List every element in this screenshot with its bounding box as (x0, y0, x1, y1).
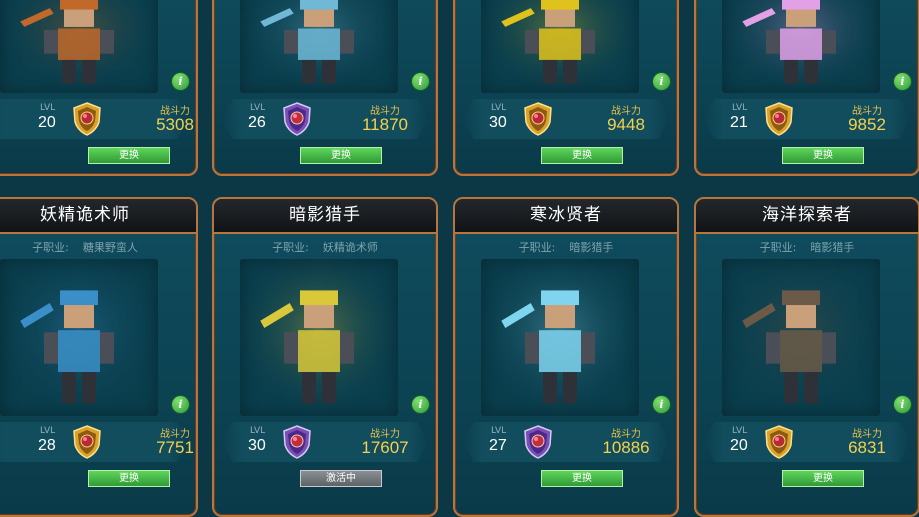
power-value: 9448 (607, 115, 645, 134)
level-label: LVL (250, 426, 266, 436)
subclass-value: 糖果野蛮人 (82, 241, 138, 254)
level-label: LVL (40, 103, 56, 113)
level-label: LVL (732, 426, 748, 436)
hero-card[interactable]: 暗影猎手 子职业: 妖精诡术师 i LVL 30 战斗力 17607 激活中 (212, 197, 438, 517)
subclass-label: 子职业: (759, 241, 797, 254)
level-value: 30 (489, 114, 507, 131)
info-icon[interactable]: i (894, 396, 911, 413)
info-icon[interactable]: i (894, 73, 911, 90)
hero-card[interactable]: 妖精诡术师 子职业: 糖果野蛮人 i LVL 28 战斗力 7751 更换 (0, 197, 198, 517)
swap-button[interactable]: 更换 (782, 147, 864, 164)
power-value: 17607 (361, 438, 409, 457)
power-value: 6831 (848, 438, 886, 457)
swap-button[interactable]: 更换 (541, 470, 623, 487)
subclass-row: 子职业: 暗影猎手 (696, 239, 918, 255)
info-icon[interactable]: i (412, 73, 429, 90)
swap-button[interactable]: 更换 (782, 470, 864, 487)
hero-portrait (722, 0, 880, 93)
level-label: LVL (250, 103, 266, 113)
hero-portrait (0, 0, 158, 93)
hero-name: 暗影猎手 (214, 199, 436, 234)
subclass-label: 子职业: (518, 241, 556, 254)
subclass-row: 子职业: 糖果野蛮人 (0, 239, 196, 255)
rank-crest-icon (72, 102, 102, 136)
hero-portrait (481, 0, 639, 93)
hero-card[interactable]: 海洋探索者 子职业: 暗影猎手 i LVL 20 战斗力 6831 更换 (694, 197, 919, 517)
info-icon[interactable]: i (172, 396, 189, 413)
level-value: 20 (38, 114, 56, 131)
hero-card[interactable]: i LVL 21 战斗力 9852 更换 (694, 0, 919, 176)
hero-card[interactable]: i LVL 26 战斗力 11870 更换 (212, 0, 438, 176)
power-value: 7751 (156, 438, 194, 457)
rank-crest-icon (764, 425, 794, 459)
hero-name: 妖精诡术师 (0, 199, 196, 234)
level-value: 30 (248, 437, 266, 454)
subclass-value: 妖精诡术师 (322, 241, 378, 254)
power-value: 9852 (848, 115, 886, 134)
level-label: LVL (40, 426, 56, 436)
subclass-value: 暗影猎手 (569, 241, 614, 254)
level-value: 28 (38, 437, 56, 454)
info-icon[interactable]: i (172, 73, 189, 90)
hero-card[interactable]: i LVL 30 战斗力 9448 更换 (453, 0, 679, 176)
hero-name: 海洋探索者 (696, 199, 918, 234)
hero-portrait (722, 259, 880, 416)
level-value: 21 (730, 114, 748, 131)
rank-crest-icon (764, 102, 794, 136)
hero-portrait (240, 259, 398, 416)
hero-portrait (0, 259, 158, 416)
swap-button[interactable]: 更换 (88, 470, 170, 487)
hero-card[interactable]: 寒冰贤者 子职业: 暗影猎手 i LVL 27 战斗力 10886 更换 (453, 197, 679, 517)
swap-button[interactable]: 更换 (88, 147, 170, 164)
subclass-row: 子职业: 暗影猎手 (455, 239, 677, 255)
level-value: 27 (489, 437, 507, 454)
subclass-label: 子职业: (272, 241, 309, 254)
rank-crest-icon (72, 425, 102, 459)
rank-crest-icon (523, 102, 553, 136)
hero-name: 寒冰贤者 (455, 199, 677, 234)
info-icon[interactable]: i (412, 396, 429, 413)
rank-crest-icon (523, 425, 553, 459)
level-value: 20 (730, 437, 748, 454)
level-label: LVL (491, 103, 507, 113)
swap-button[interactable]: 更换 (300, 147, 382, 164)
rank-crest-icon (282, 102, 312, 136)
power-value: 11870 (361, 115, 408, 134)
power-value: 10886 (602, 438, 650, 457)
active-status-button[interactable]: 激活中 (300, 470, 382, 487)
hero-card[interactable]: i LVL 20 战斗力 5308 更换 (0, 0, 198, 176)
info-icon[interactable]: i (653, 396, 670, 413)
info-icon[interactable]: i (653, 73, 670, 90)
level-label: LVL (732, 103, 748, 113)
level-label: LVL (491, 426, 507, 436)
hero-portrait (481, 259, 639, 416)
swap-button[interactable]: 更换 (541, 147, 623, 164)
hero-portrait (240, 0, 398, 93)
rank-crest-icon (282, 425, 312, 459)
subclass-row: 子职业: 妖精诡术师 (214, 239, 436, 255)
subclass-label: 子职业: (32, 241, 69, 254)
level-value: 26 (248, 114, 266, 131)
subclass-value: 暗影猎手 (810, 241, 855, 254)
power-value: 5308 (156, 115, 194, 134)
